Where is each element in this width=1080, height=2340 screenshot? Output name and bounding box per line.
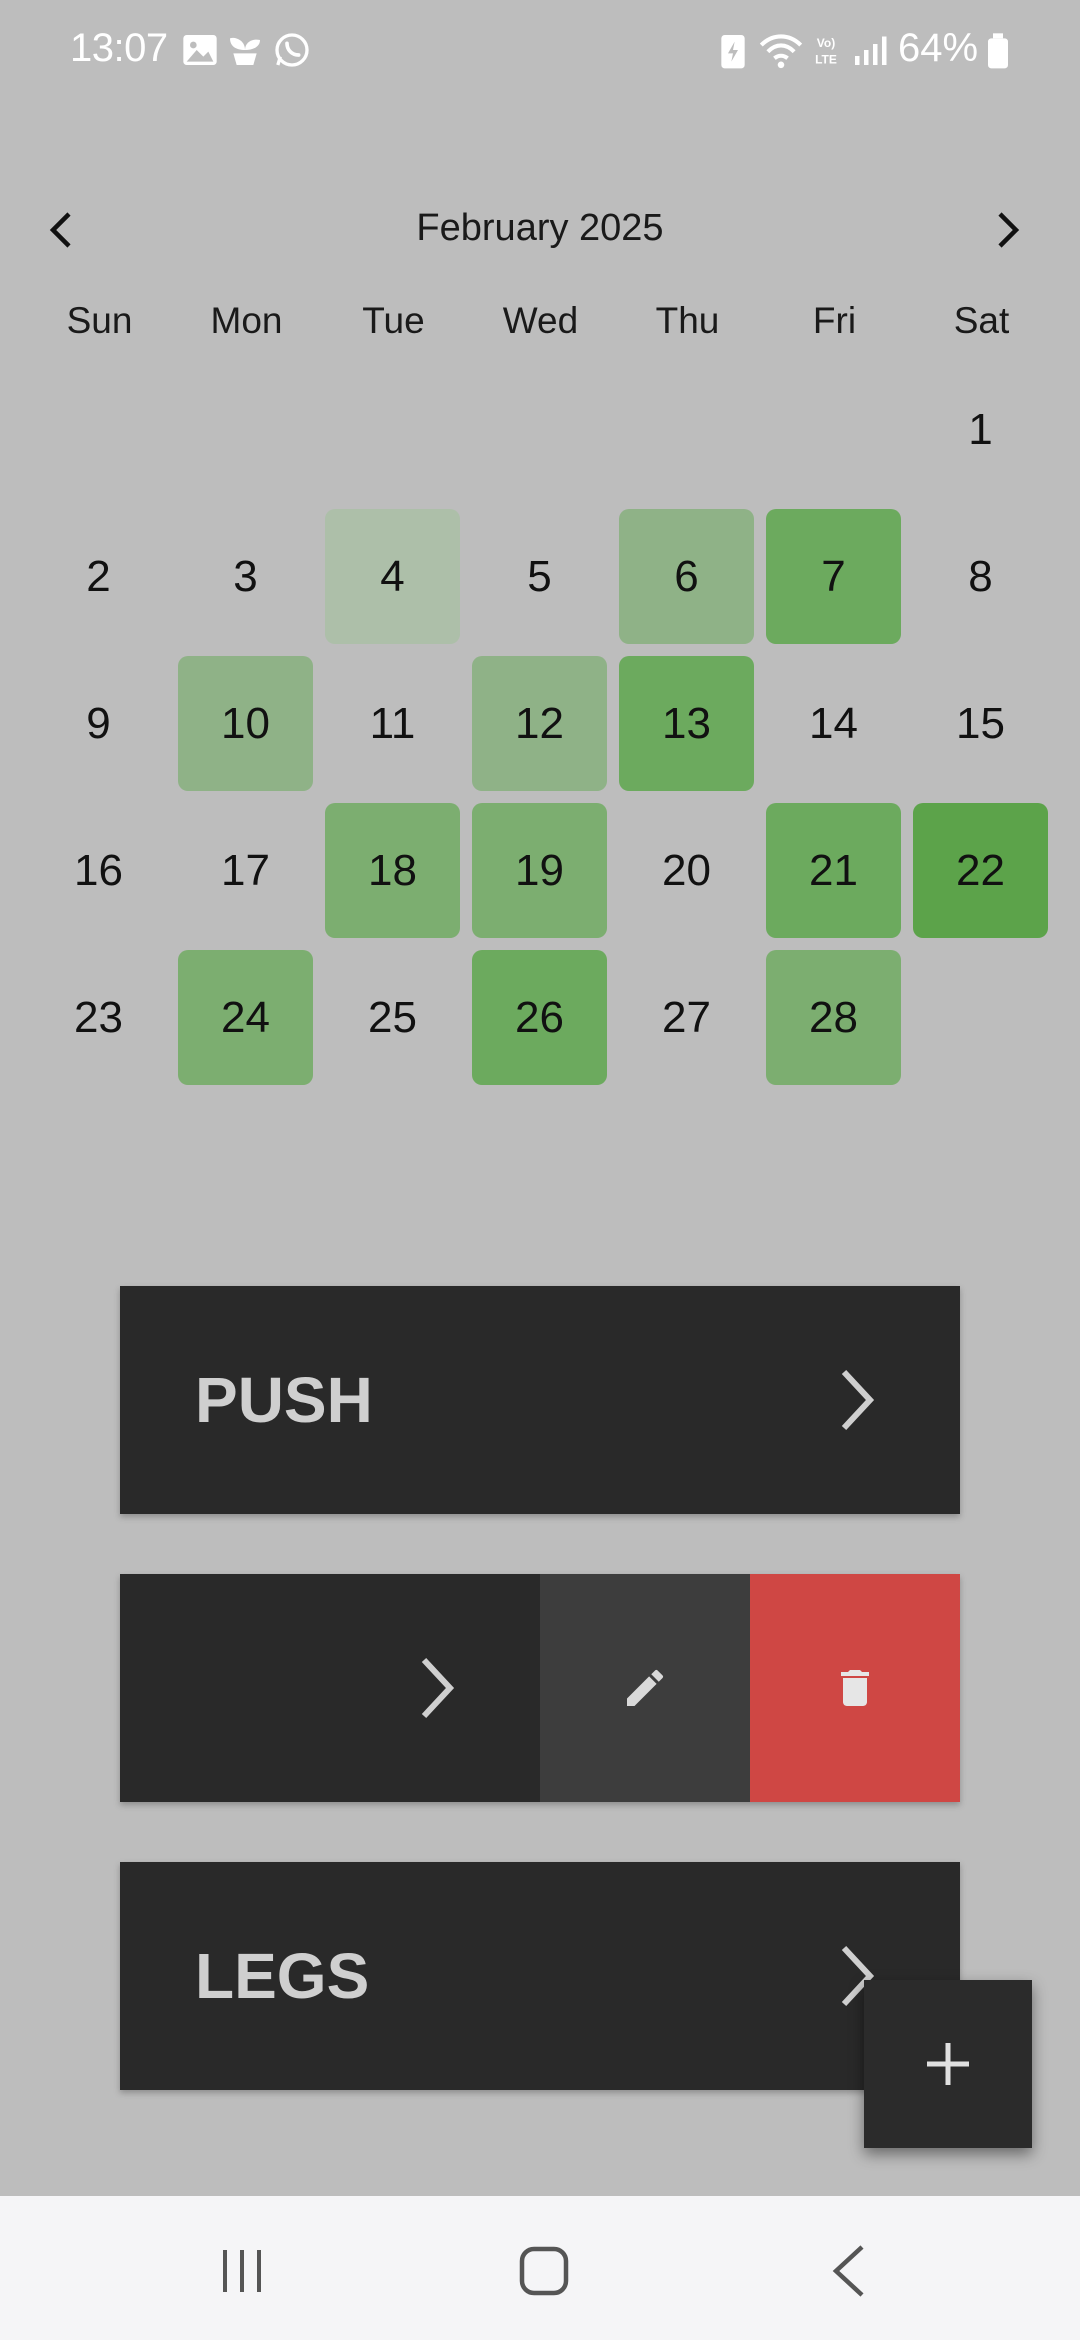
weekday-label: Tue	[362, 300, 425, 341]
calendar-day[interactable]: 2	[31, 509, 166, 644]
calendar-header: February 2025	[0, 195, 1080, 265]
workout-title: LEGS	[195, 1940, 370, 2012]
pencil-icon	[627, 1669, 664, 1706]
plus-icon	[927, 2043, 969, 2085]
weekday-label: Wed	[502, 300, 579, 341]
calendar-day[interactable]: 16	[31, 803, 166, 938]
whatsapp-icon	[275, 33, 309, 67]
calendar-day[interactable]: 10	[178, 656, 313, 791]
volte-icon: Vo) LTE	[815, 36, 837, 67]
calendar-day[interactable]: 25	[325, 950, 460, 1085]
gallery-icon	[183, 35, 217, 65]
recent-apps-icon	[223, 2250, 261, 2292]
svg-text:LTE: LTE	[815, 53, 837, 67]
home-icon	[519, 2246, 569, 2296]
edit-workout-button[interactable]	[540, 1574, 750, 1802]
calendar-day[interactable]: 13	[619, 656, 754, 791]
back-button[interactable]	[808, 2236, 888, 2306]
calendar-day[interactable]: 22	[913, 803, 1048, 938]
weekday-label: Sat	[953, 300, 1010, 341]
calendar-day[interactable]: 28	[766, 950, 901, 1085]
calendar-day[interactable]: 24	[178, 950, 313, 1085]
chevron-right-icon	[841, 1369, 875, 1431]
weekday-label: Sun	[66, 300, 133, 341]
workout-card-swiped[interactable]	[120, 1574, 960, 1802]
calendar-day[interactable]: 8	[913, 509, 1048, 644]
calendar-day[interactable]: 23	[31, 950, 166, 1085]
weekday-label: Mon	[210, 300, 283, 341]
back-icon	[832, 2245, 864, 2297]
calendar-day[interactable]: 4	[325, 509, 460, 644]
calendar-day[interactable]: 17	[178, 803, 313, 938]
workout-card-push[interactable]: PUSH	[120, 1286, 960, 1514]
add-workout-button[interactable]	[864, 1980, 1032, 2148]
battery-saver-icon	[721, 35, 745, 69]
calendar-day[interactable]: 21	[766, 803, 901, 938]
weekday-row: Sun Mon Tue Wed Thu Fri Sat	[0, 300, 1080, 360]
delete-workout-button[interactable]	[750, 1574, 960, 1802]
signal-icon	[855, 36, 887, 65]
calendar-day[interactable]: 19	[472, 803, 607, 938]
home-button[interactable]	[504, 2236, 584, 2306]
chevron-right-icon	[998, 212, 1020, 248]
calendar-day[interactable]: 20	[619, 803, 754, 938]
plant-icon	[230, 37, 260, 65]
system-navigation-bar	[0, 2196, 1080, 2340]
recent-apps-button[interactable]	[202, 2236, 282, 2306]
chevron-right-icon	[421, 1657, 455, 1719]
status-time: 13:07	[70, 26, 168, 70]
calendar-day[interactable]: 7	[766, 509, 901, 644]
status-bar: 13:07 Vo) LTE 64%	[0, 0, 1080, 100]
calendar-day[interactable]: 26	[472, 950, 607, 1085]
calendar-day[interactable]: 14	[766, 656, 901, 791]
calendar-day[interactable]: 15	[913, 656, 1048, 791]
svg-text:Vo): Vo)	[817, 36, 835, 50]
wifi-icon	[759, 34, 803, 69]
calendar-day[interactable]: 12	[472, 656, 607, 791]
calendar-day[interactable]: 9	[31, 656, 166, 791]
weekday-label: Fri	[812, 300, 857, 341]
workout-title: PUSH	[195, 1364, 373, 1436]
trash-icon	[841, 1670, 869, 1706]
workout-card-legs[interactable]: LEGS	[120, 1862, 960, 2090]
battery-percent: 64%	[898, 26, 979, 70]
calendar-day[interactable]: 6	[619, 509, 754, 644]
calendar-day[interactable]: 27	[619, 950, 754, 1085]
calendar-day[interactable]: 18	[325, 803, 460, 938]
calendar-day[interactable]: 3	[178, 509, 313, 644]
calendar-day[interactable]: 1	[913, 362, 1048, 497]
battery-icon	[988, 33, 1008, 69]
month-title: February 2025	[416, 207, 664, 249]
weekday-label: Thu	[655, 300, 720, 341]
next-month-button[interactable]	[973, 195, 1043, 265]
calendar-day[interactable]: 11	[325, 656, 460, 791]
calendar-day[interactable]: 5	[472, 509, 607, 644]
